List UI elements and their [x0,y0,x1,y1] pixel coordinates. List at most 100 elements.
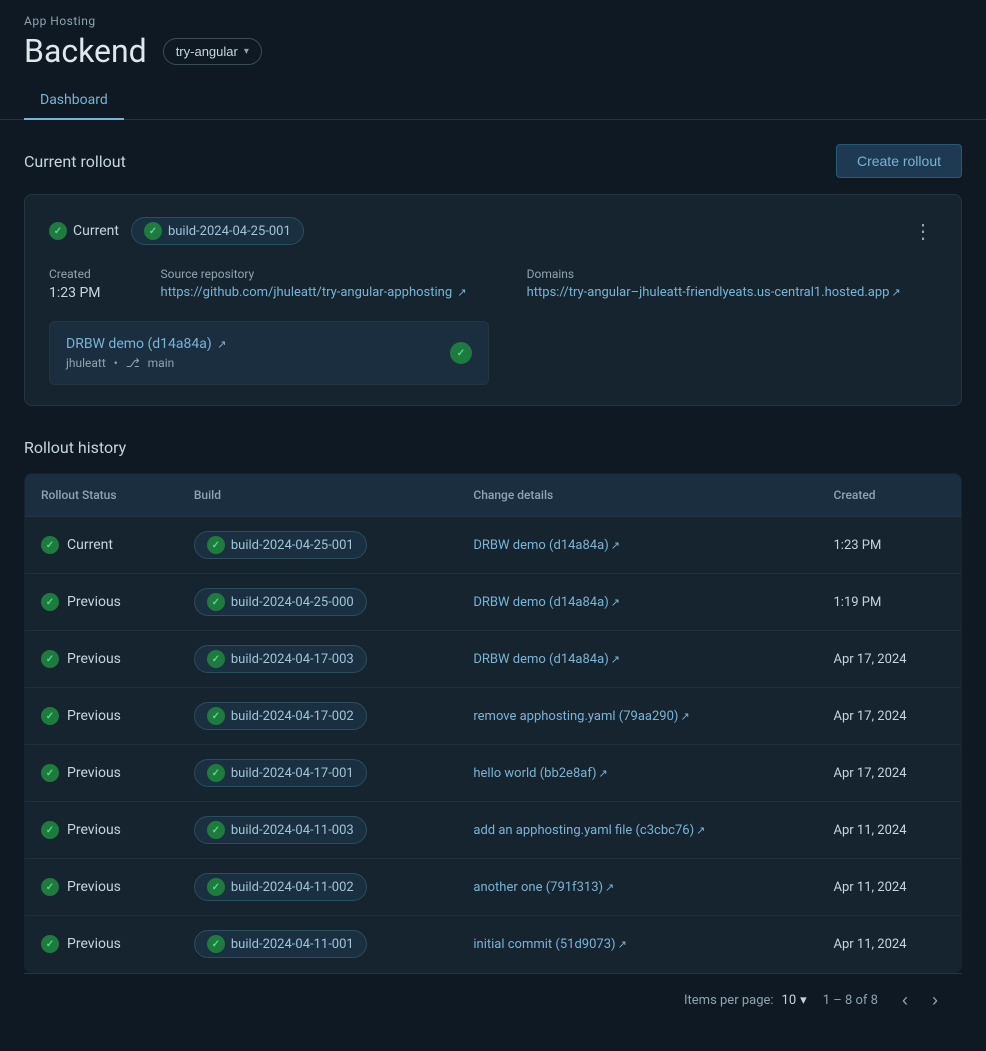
table-body: Current build-2024-04-25-001 DRBW demo (… [25,517,962,973]
per-page-selector[interactable]: 10 ▾ [782,993,807,1008]
top-bar: App Hosting Backend try-angular ▾ Dashbo… [0,0,986,120]
build-badge: build-2024-04-11-002 [194,873,367,901]
card-top-left: Current build-2024-04-25-001 [49,217,304,245]
status-cell: Current [25,517,178,574]
build-icon [207,821,225,839]
table-header: Rollout Status Build Change details Crea… [25,474,962,517]
backend-row: Backend try-angular ▾ [24,32,962,70]
build-cell: build-2024-04-17-003 [178,631,458,688]
branch-selector[interactable]: try-angular ▾ [163,38,262,65]
col-build: Build [178,474,458,517]
change-details-cell: DRBW demo (d14a84a)↗ [457,517,817,574]
status-icon [41,878,59,896]
more-options-icon[interactable]: ⋮ [909,215,937,247]
per-page-chevron: ▾ [800,993,807,1008]
status-icon [41,650,59,668]
col-created: Created [817,474,961,517]
chevron-down-icon: ▾ [244,46,249,57]
change-details-cell: DRBW demo (d14a84a)↗ [457,631,817,688]
status-icon [41,821,59,839]
table-row: Previous build-2024-04-11-002 another on… [25,859,962,916]
change-link[interactable]: DRBW demo (d14a84a)↗ [473,595,620,610]
col-rollout-status: Rollout Status [25,474,178,517]
rollout-history-title: Rollout history [24,438,962,457]
table-row: Previous build-2024-04-11-001 initial co… [25,916,962,973]
build-icon [207,536,225,554]
domain-link[interactable]: https://try-angular–jhuleatt-friendlyeat… [527,285,901,300]
change-external-icon: ↗ [605,881,614,894]
page-nav: ‹ › [894,986,946,1015]
status-check-icon [49,222,67,240]
change-external-icon: ↗ [696,824,705,837]
table-row: Previous build-2024-04-17-003 DRBW demo … [25,631,962,688]
main-content: Current rollout Create rollout Current b… [0,120,986,1051]
status-icon [41,593,59,611]
change-link[interactable]: remove apphosting.yaml (79aa290)↗ [473,709,689,724]
source-repo-link[interactable]: https://github.com/jhuleatt/try-angular-… [161,285,467,300]
table-row: Previous build-2024-04-11-003 add an app… [25,802,962,859]
commit-meta: jhuleatt • ⎇ main [66,356,226,370]
current-status-badge: Current [49,222,119,240]
change-link[interactable]: initial commit (51d9073)↗ [473,937,626,952]
build-badge: build-2024-04-17-003 [194,645,367,673]
change-link[interactable]: DRBW demo (d14a84a)↗ [473,538,620,553]
current-build-badge: build-2024-04-25-001 [131,217,304,245]
change-details-cell: add an apphosting.yaml file (c3cbc76)↗ [457,802,817,859]
build-cell: build-2024-04-17-001 [178,745,458,802]
tab-bar: Dashboard [24,82,962,119]
create-rollout-button[interactable]: Create rollout [836,144,962,178]
change-details-cell: hello world (bb2e8af)↗ [457,745,817,802]
commit-link[interactable]: DRBW demo (d14a84a) ↗ [66,336,226,352]
change-details-cell: another one (791f313)↗ [457,859,817,916]
prev-page-button[interactable]: ‹ [894,986,916,1015]
next-page-button[interactable]: › [924,986,946,1015]
change-link[interactable]: add an apphosting.yaml file (c3cbc76)↗ [473,823,705,838]
status-cell: Previous [25,631,178,688]
change-link[interactable]: another one (791f313)↗ [473,880,614,895]
domains-block: Domains https://try-angular–jhuleatt-fri… [527,267,901,301]
build-icon [207,764,225,782]
status-icon [41,935,59,953]
created-cell: Apr 17, 2024 [817,745,961,802]
app-hosting-label: App Hosting [24,14,962,28]
current-rollout-card: Current build-2024-04-25-001 ⋮ Created 1… [24,194,962,406]
change-link[interactable]: hello world (bb2e8af)↗ [473,766,607,781]
build-badge: build-2024-04-17-001 [194,759,367,787]
build-icon [207,593,225,611]
source-repo-block: Source repository https://github.com/jhu… [161,267,467,301]
branch-icon: ⎇ [126,356,140,370]
commit-check-icon [450,342,472,364]
change-link[interactable]: DRBW demo (d14a84a)↗ [473,652,620,667]
status-cell: Previous [25,745,178,802]
build-cell: build-2024-04-25-001 [178,517,458,574]
card-top-row: Current build-2024-04-25-001 ⋮ [49,215,937,247]
rollout-history-table: Rollout Status Build Change details Crea… [24,473,962,973]
items-per-page: Items per page: 10 ▾ [684,993,807,1008]
external-link-icon: ↗ [457,286,466,299]
build-cell: build-2024-04-11-001 [178,916,458,973]
change-external-icon: ↗ [599,767,608,780]
current-rollout-title: Current rollout [24,152,126,171]
build-badge: build-2024-04-11-001 [194,930,367,958]
created-cell: 1:19 PM [817,574,961,631]
table-row: Previous build-2024-04-17-001 hello worl… [25,745,962,802]
status-cell: Previous [25,916,178,973]
build-icon [207,878,225,896]
build-check-icon [144,222,162,240]
tab-dashboard[interactable]: Dashboard [24,82,124,120]
change-details-cell: DRBW demo (d14a84a)↗ [457,574,817,631]
status-icon [41,764,59,782]
table-row: Previous build-2024-04-25-000 DRBW demo … [25,574,962,631]
page-title: Backend [24,32,147,70]
build-cell: build-2024-04-25-000 [178,574,458,631]
build-badge: build-2024-04-25-000 [194,588,367,616]
current-rollout-header: Current rollout Create rollout [24,144,962,178]
external-link-icon-domain: ↗ [891,286,900,299]
table-row: Current build-2024-04-25-001 DRBW demo (… [25,517,962,574]
created-cell: Apr 11, 2024 [817,916,961,973]
build-cell: build-2024-04-17-002 [178,688,458,745]
status-cell: Previous [25,688,178,745]
change-external-icon: ↗ [611,539,620,552]
created-cell: 1:23 PM [817,517,961,574]
status-icon [41,707,59,725]
